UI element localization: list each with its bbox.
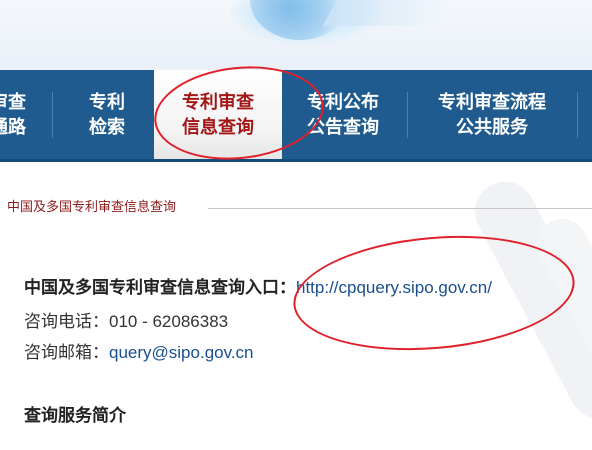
- phone-label: 咨询电话：: [24, 312, 109, 332]
- background-watermark: [464, 150, 592, 450]
- nav-item-review-process-service[interactable]: 专利审查流程 公共服务: [412, 70, 572, 159]
- main-nav: 审查 通路 专利 检索 专利审查 信息查询 专利公布 公告查询 专利审查流程 公…: [0, 70, 592, 162]
- nav-item-patent-search[interactable]: 专利 检索: [60, 70, 154, 159]
- email-label: 咨询邮箱：: [24, 343, 109, 363]
- phone-row: 咨询电话：010 - 62086383: [24, 307, 228, 332]
- nav-item-line1: 专利审查流程: [438, 91, 546, 113]
- nav-item-line2: 公共服务: [456, 116, 528, 138]
- nav-item-line1: 审查: [0, 91, 26, 113]
- entry-label: 中国及多国专利审查信息查询入口：: [24, 278, 296, 298]
- nav-item-line1: 专利审查: [182, 91, 254, 113]
- entry-link[interactable]: http://cpquery.sipo.gov.cn/: [296, 278, 492, 297]
- header-banner: [0, 0, 592, 70]
- email-row: 咨询邮箱：query@sipo.gov.cn: [24, 338, 254, 363]
- phone-value: 010 - 62086383: [109, 312, 229, 331]
- nav-item-review-channel[interactable]: 审查 通路: [0, 70, 46, 159]
- banner-trail-graphic: [322, 0, 458, 26]
- nav-item-line2: 通路: [0, 116, 26, 138]
- nav-item-patent-review-info[interactable]: 专利审查 信息查询: [154, 70, 282, 159]
- nav-item-publication-query[interactable]: 专利公布 公告查询: [284, 70, 402, 159]
- nav-divider: [52, 92, 53, 138]
- nav-item-line1: 专利公布: [307, 91, 379, 113]
- nav-item-line1: 专利: [89, 91, 125, 113]
- breadcrumb[interactable]: 中国及多国专利审查信息查询: [7, 196, 176, 215]
- section-title: 查询服务简介: [24, 406, 126, 426]
- entry-row: 中国及多国专利审查信息查询入口：http://cpquery.sipo.gov.…: [24, 273, 492, 298]
- nav-divider: [577, 92, 578, 138]
- nav-divider: [407, 92, 408, 138]
- breadcrumb-divider: [208, 208, 592, 209]
- nav-item-line2: 公告查询: [307, 116, 379, 138]
- email-link[interactable]: query@sipo.gov.cn: [109, 343, 254, 362]
- nav-item-line2: 检索: [89, 116, 125, 138]
- nav-item-line2: 信息查询: [182, 116, 254, 138]
